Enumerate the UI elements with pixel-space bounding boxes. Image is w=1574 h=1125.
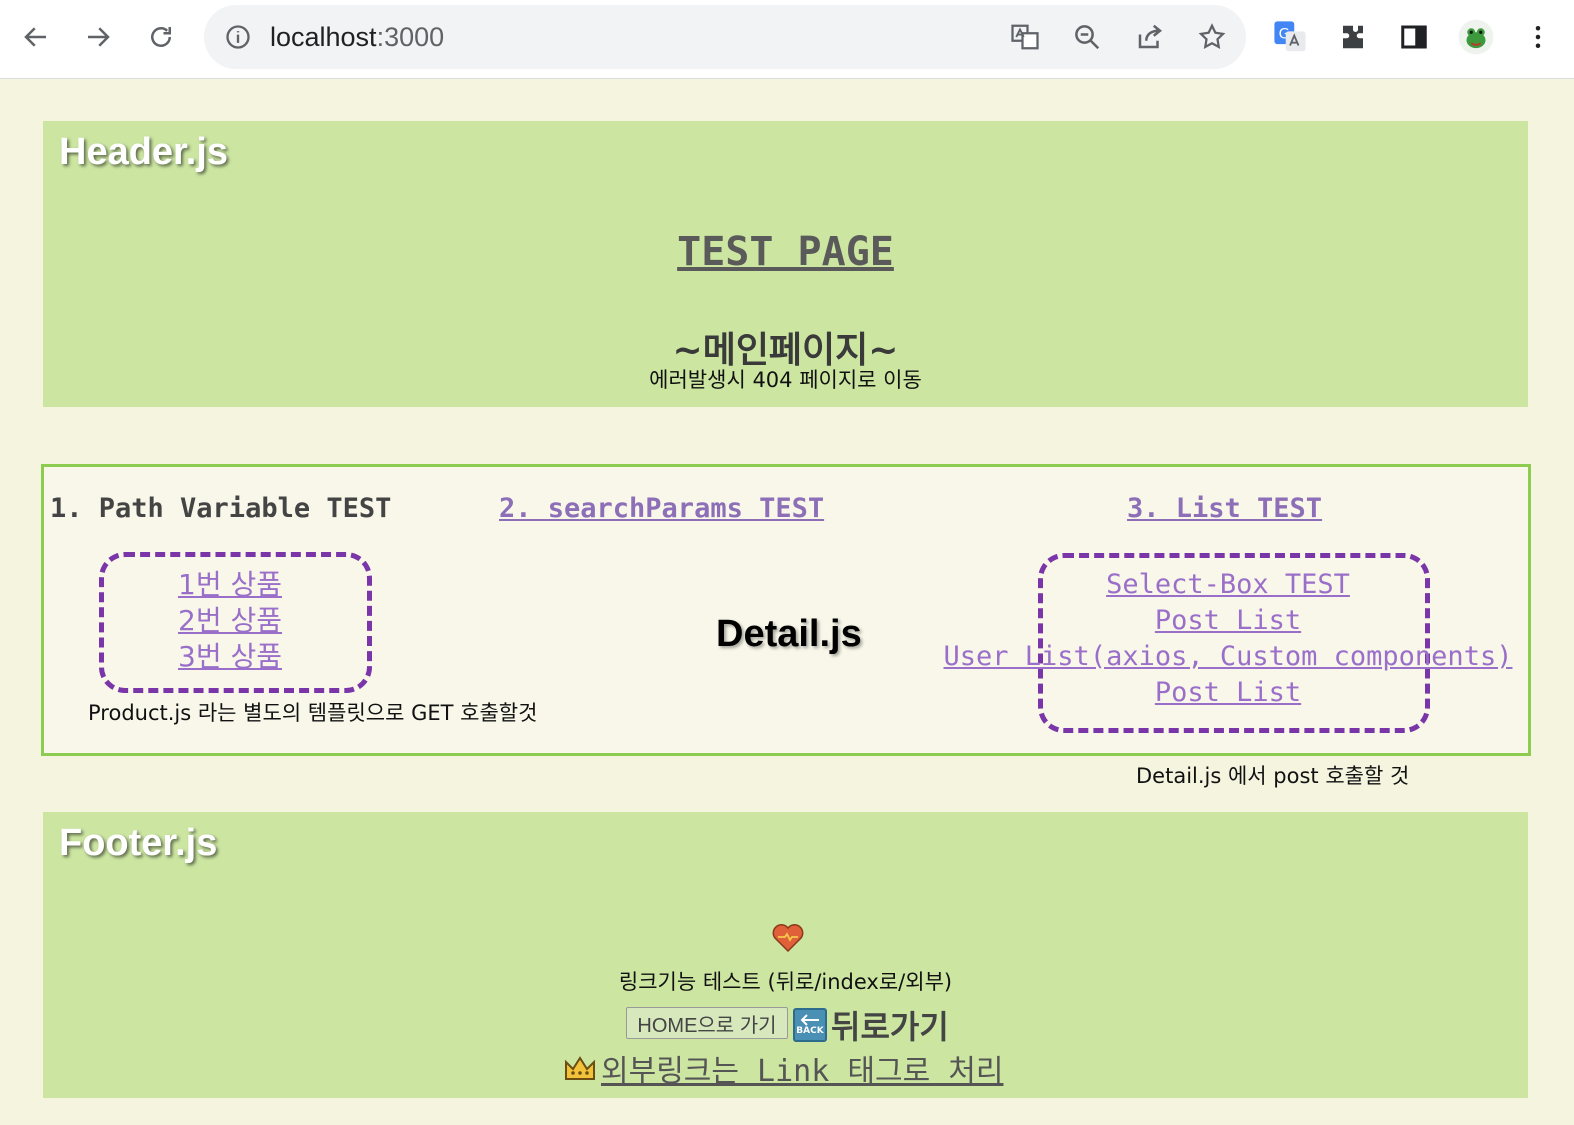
test-page-link[interactable]: TEST PAGE: [677, 229, 894, 275]
post-list-link-2[interactable]: Post List: [928, 675, 1528, 711]
product-link-list: 1번 상품 2번 상품 3번 상품: [144, 567, 316, 675]
translate-icon[interactable]: [1003, 15, 1047, 59]
bookmark-star-icon[interactable]: [1190, 15, 1234, 59]
back-icon: BACK: [793, 1008, 827, 1042]
browser-toolbar: localhost:3000 G: [0, 0, 1574, 79]
site-info-icon[interactable]: [216, 15, 260, 59]
error-note: 에러발생시 404 페이지로 이동: [649, 368, 922, 392]
link-test-label: 링크기능 테스트 (뒤로/index로/외부): [618, 970, 953, 994]
crown-icon: [563, 1054, 597, 1082]
header-tag: Header.js: [59, 131, 228, 173]
footer-tag: Footer.js: [59, 822, 218, 864]
path-variable-label: 1. Path Variable TEST: [50, 493, 392, 524]
list-test-link[interactable]: 3. List TEST: [1127, 493, 1322, 524]
product-link-1[interactable]: 1번 상품: [144, 567, 316, 603]
back-arrow-icon[interactable]: [14, 15, 58, 59]
google-translate-extension-icon[interactable]: G: [1268, 15, 1312, 59]
test-page-heading: TEST PAGE: [43, 229, 1528, 275]
product-note: Product.js 라는 별도의 템플릿으로 GET 호출할것: [88, 701, 538, 725]
header-section: Header.js TEST PAGE ~메인페이지~ 에러발생시 404 페이…: [43, 121, 1528, 407]
profile-avatar-icon[interactable]: [1454, 15, 1498, 59]
post-list-link-1[interactable]: Post List: [928, 603, 1528, 639]
list-link-list: Select-Box TEST Post List User List(axio…: [928, 567, 1528, 711]
url-text[interactable]: localhost:3000: [270, 22, 444, 53]
main-section: 1. Path Variable TEST 2. searchParams TE…: [41, 464, 1531, 756]
product-link-3[interactable]: 3번 상품: [144, 639, 316, 675]
extensions-puzzle-icon[interactable]: [1331, 15, 1375, 59]
heart-icon: [772, 924, 804, 953]
reload-icon[interactable]: [139, 15, 183, 59]
user-list-link[interactable]: User List(axios, Custom components): [928, 639, 1528, 675]
select-box-test-link[interactable]: Select-Box TEST: [928, 567, 1528, 603]
zoom-out-icon[interactable]: [1065, 15, 1109, 59]
detail-js-label: Detail.js: [716, 613, 862, 655]
search-params-link[interactable]: 2. searchParams TEST: [499, 493, 824, 524]
back-link[interactable]: BACK 뒤로가기: [793, 1002, 949, 1048]
side-panel-icon[interactable]: [1392, 15, 1436, 59]
forward-arrow-icon[interactable]: [76, 15, 120, 59]
product-link-2[interactable]: 2번 상품: [144, 603, 316, 639]
home-button[interactable]: HOME으로 가기: [626, 1007, 788, 1039]
more-menu-icon[interactable]: [1516, 15, 1560, 59]
share-icon[interactable]: [1128, 15, 1172, 59]
address-bar[interactable]: localhost:3000: [204, 5, 1246, 69]
external-link-label: 외부링크는 Link 태그로 처리: [601, 1054, 1004, 1089]
back-link-label: 뒤로가기: [831, 1008, 949, 1046]
footer-section: Footer.js 링크기능 테스트 (뒤로/index로/외부) HOME으로…: [43, 812, 1528, 1098]
external-link[interactable]: 외부링크는 Link 태그로 처리: [563, 1046, 1003, 1090]
detail-post-note: Detail.js 에서 post 호출할 것: [1136, 764, 1410, 788]
